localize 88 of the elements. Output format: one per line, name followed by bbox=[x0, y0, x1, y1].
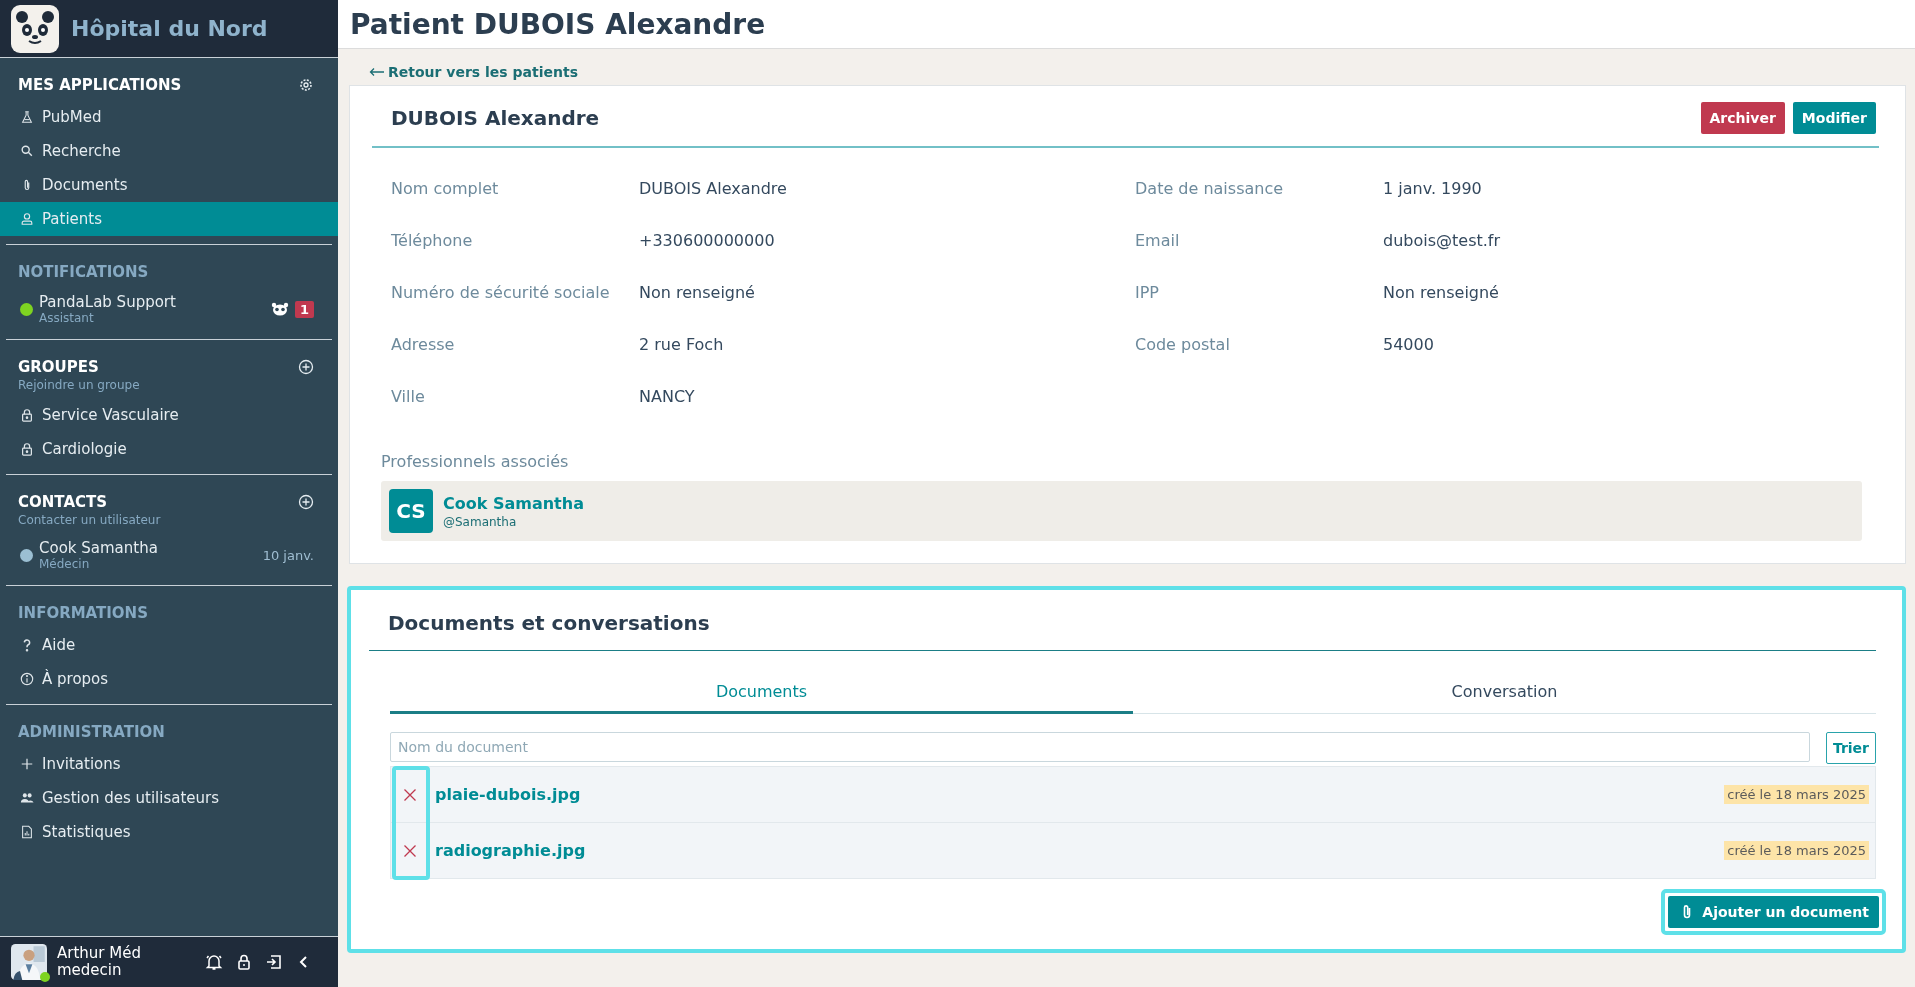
contact-date: 10 janv. bbox=[262, 547, 314, 563]
info-icon bbox=[20, 672, 34, 686]
user-role: medecin bbox=[57, 962, 123, 980]
lock-icon[interactable] bbox=[235, 953, 253, 971]
panda-icon bbox=[270, 302, 289, 316]
contact-item[interactable]: Cook Samantha Médecin 10 janv. bbox=[0, 533, 338, 577]
panda-logo bbox=[11, 4, 59, 53]
tab[interactable]: Conversation bbox=[1133, 677, 1876, 714]
paperclip-icon bbox=[1682, 904, 1693, 920]
contact-item[interactable]: PandaLab Support Assistant 1 bbox=[0, 287, 338, 331]
tab[interactable]: Documents bbox=[390, 677, 1133, 714]
add-icon[interactable] bbox=[298, 494, 314, 510]
contact-role: Médecin bbox=[39, 557, 91, 571]
field-label: Nom complet bbox=[391, 178, 500, 198]
report-icon bbox=[20, 825, 34, 839]
nav-item[interactable]: Cardiologie bbox=[0, 432, 338, 466]
person-icon bbox=[20, 212, 34, 226]
nav-item[interactable]: Statistiques bbox=[0, 815, 338, 849]
professional-name: Cook Samantha bbox=[443, 493, 584, 513]
field-value: 2 rue Foch bbox=[639, 334, 725, 354]
unread-badge: 1 bbox=[294, 300, 314, 318]
file-link[interactable]: radiographie.jpg bbox=[435, 841, 1707, 860]
professional-handle: @Samantha bbox=[443, 514, 518, 529]
users-icon bbox=[20, 791, 34, 805]
file-link[interactable]: plaie-dubois.jpg bbox=[435, 785, 1707, 804]
patient-name: DUBOIS Alexandre bbox=[391, 106, 600, 130]
section-heading: GROUPES bbox=[18, 358, 100, 376]
close-icon[interactable] bbox=[403, 843, 417, 858]
add-document-button[interactable]: Ajouter un document bbox=[1668, 896, 1879, 928]
card-title: Documents et conversations bbox=[388, 611, 710, 635]
section-heading: ADMINISTRATION bbox=[18, 723, 165, 741]
nav-item[interactable]: Aide bbox=[0, 628, 338, 662]
section-heading: MES APPLICATIONS bbox=[18, 76, 182, 94]
plus-icon bbox=[20, 757, 34, 771]
flask-icon bbox=[20, 110, 34, 124]
field-label: Ville bbox=[391, 386, 426, 406]
field-label: Date de naissance bbox=[1135, 178, 1285, 198]
field-value: 54000 bbox=[1383, 334, 1435, 354]
contact-name: PandaLab Support bbox=[39, 293, 177, 311]
section-link[interactable]: Rejoindre un groupe bbox=[18, 378, 140, 392]
add-icon[interactable] bbox=[298, 359, 314, 375]
field-value: dubois@test.fr bbox=[1383, 230, 1502, 250]
search-field[interactable]: Nom du document bbox=[390, 732, 1810, 762]
field-label: Numéro de sécurité sociale bbox=[391, 282, 611, 302]
contact-name: Cook Samantha bbox=[39, 539, 159, 557]
initials-avatar: CS bbox=[389, 489, 433, 533]
field-label: Email bbox=[1135, 230, 1181, 250]
archive-button[interactable]: Archiver bbox=[1700, 102, 1785, 134]
lock-icon bbox=[20, 408, 34, 422]
search-icon bbox=[20, 144, 34, 158]
page-title: Patient DUBOIS Alexandre bbox=[350, 7, 766, 41]
date-tag: créé le 18 mars 2025 bbox=[1724, 785, 1869, 804]
user-name: Arthur Méd bbox=[57, 944, 142, 962]
nav-item[interactable]: PubMed bbox=[0, 100, 338, 134]
nav-item[interactable]: Gestion des utilisateurs bbox=[0, 781, 338, 815]
field-value: +330600000000 bbox=[639, 230, 776, 250]
lock-icon bbox=[20, 442, 34, 456]
date-tag: créé le 18 mars 2025 bbox=[1724, 841, 1869, 860]
sort-button[interactable]: Trier bbox=[1825, 732, 1876, 764]
professional-item[interactable]: CS Cook Samantha @Samantha bbox=[381, 481, 1862, 541]
arrow-left-icon bbox=[369, 67, 385, 77]
field-value: Non renseigné bbox=[1383, 282, 1500, 302]
field-value: DUBOIS Alexandre bbox=[639, 178, 788, 198]
contact-role: Assistant bbox=[39, 311, 95, 325]
back-link[interactable]: Retour vers les patients bbox=[369, 61, 1906, 83]
section-heading: NOTIFICATIONS bbox=[18, 263, 149, 281]
close-icon[interactable] bbox=[403, 787, 417, 802]
nav-item[interactable]: À propos bbox=[0, 662, 338, 696]
settings-icon[interactable] bbox=[298, 77, 314, 93]
field-value: Non renseigné bbox=[639, 282, 756, 302]
field-value: NANCY bbox=[639, 386, 696, 406]
hospital-name: Hôpital du Nord bbox=[71, 16, 268, 41]
field-label: Téléphone bbox=[391, 230, 474, 250]
nav-item[interactable]: Recherche bbox=[0, 134, 338, 168]
nav-item[interactable]: Invitations bbox=[0, 747, 338, 781]
nav-item[interactable]: Service Vasculaire bbox=[0, 398, 338, 432]
section-label: Professionnels associés bbox=[381, 452, 570, 471]
field-label: Adresse bbox=[391, 334, 456, 354]
section-heading: CONTACTS bbox=[18, 493, 109, 511]
field-label: IPP bbox=[1135, 282, 1160, 302]
field-value: 1 janv. 1990 bbox=[1383, 178, 1483, 198]
section-heading: INFORMATIONS bbox=[18, 604, 148, 622]
section-link[interactable]: Contacter un utilisateur bbox=[18, 513, 161, 527]
field-label: Code postal bbox=[1135, 334, 1231, 354]
nav-item[interactable]: Documents bbox=[0, 168, 338, 202]
edit-button[interactable]: Modifier bbox=[1792, 102, 1876, 134]
logout-icon[interactable] bbox=[265, 953, 283, 971]
bell-icon[interactable] bbox=[205, 953, 223, 971]
